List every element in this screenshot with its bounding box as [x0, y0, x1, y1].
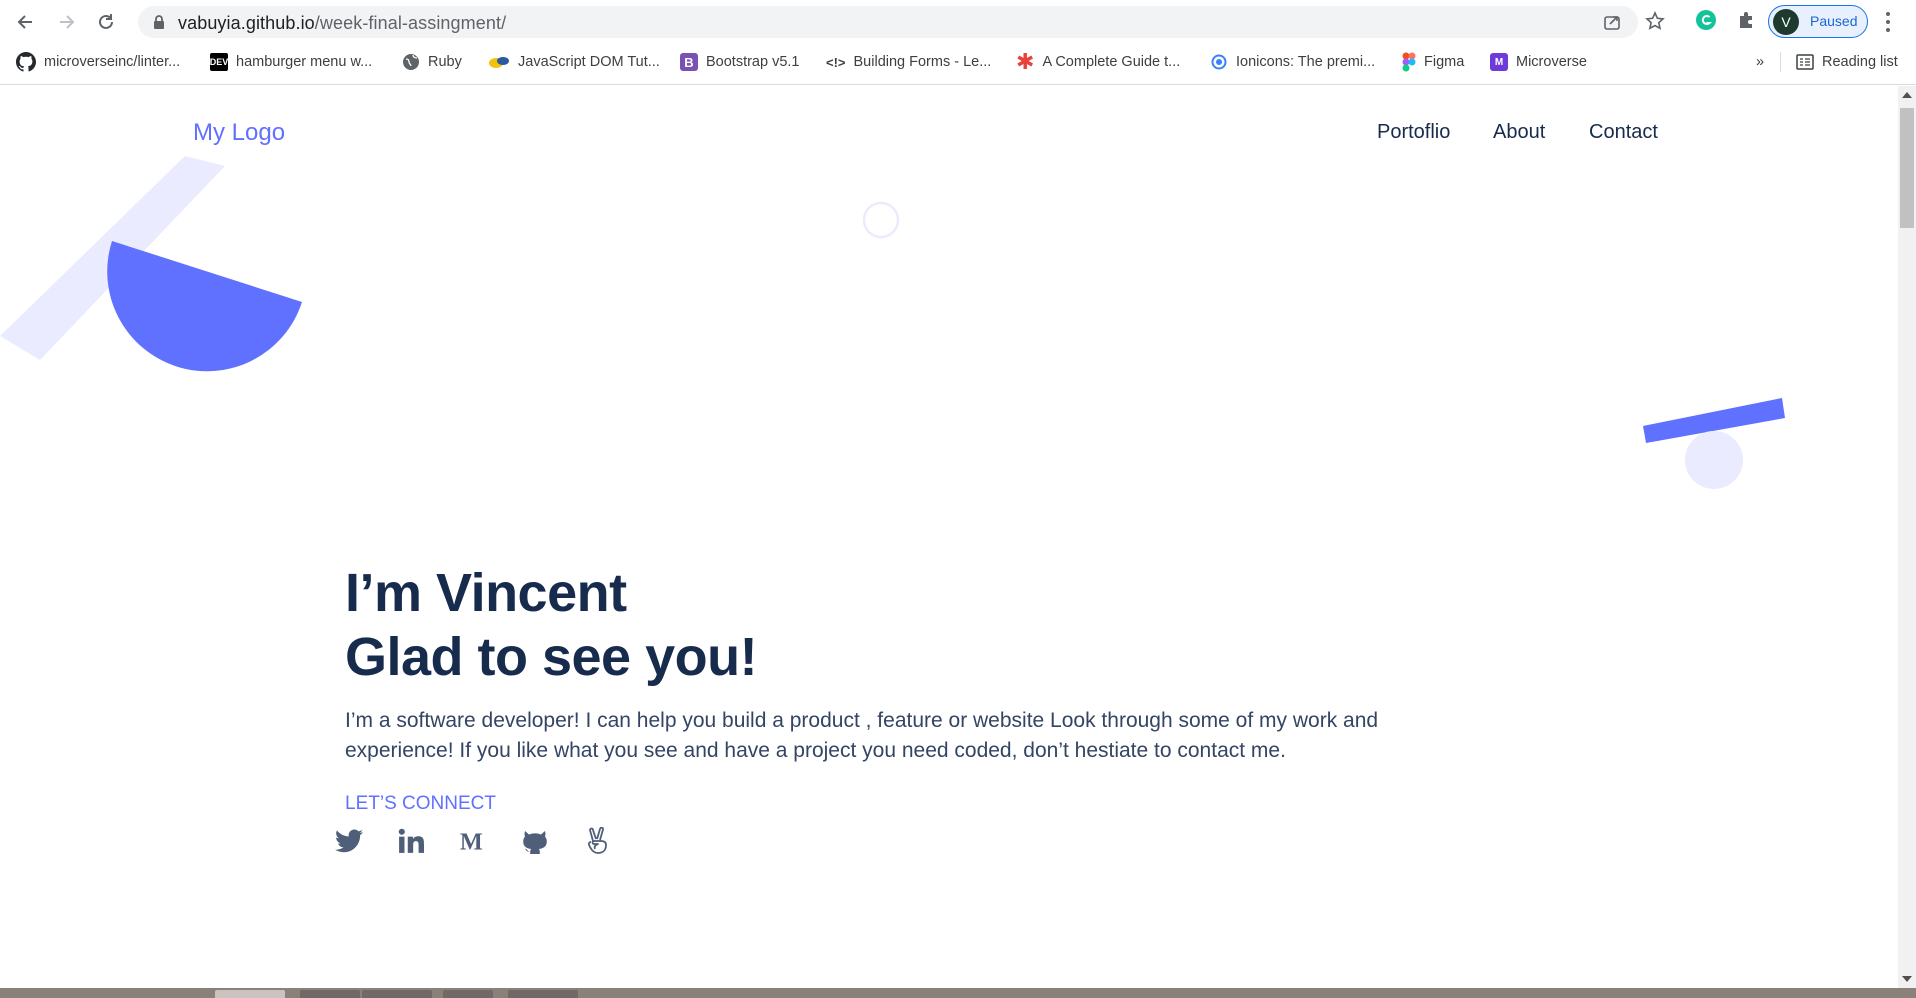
- url-host: vabuyia.github.io: [178, 13, 315, 33]
- bookmark-item[interactable]: <!> Building Forms - Le...: [826, 50, 991, 74]
- hero-title-line1: I’m Vincent: [345, 563, 627, 623]
- github-icon[interactable]: [521, 826, 549, 856]
- bookmark-label: Ionicons: The premi...: [1236, 54, 1376, 70]
- profile-button[interactable]: V Paused: [1768, 5, 1868, 38]
- taskbar-item[interactable]: [443, 990, 493, 998]
- arrow-left-icon: [17, 15, 32, 29]
- microverse-icon: M: [1490, 53, 1508, 71]
- bookmark-label: hamburger menu w...: [236, 54, 373, 70]
- bookmark-item[interactable]: B Bootstrap v5.1: [680, 50, 800, 74]
- arrow-right-icon: [60, 15, 75, 29]
- dev-icon: DEV: [210, 53, 228, 71]
- medium-icon[interactable]: M: [459, 826, 487, 856]
- taskbar-item[interactable]: [508, 990, 578, 998]
- grammarly-icon[interactable]: [1694, 8, 1718, 32]
- nav-link-contact[interactable]: Contact: [1589, 121, 1658, 144]
- decorative-shapes-right: [1643, 398, 1785, 489]
- more-menu-icon[interactable]: [1884, 10, 1892, 34]
- angellist-icon[interactable]: [583, 826, 611, 856]
- chevron-double-right-icon: »: [1756, 54, 1765, 70]
- forward-button[interactable]: [52, 8, 80, 36]
- code-icon: <!>: [826, 54, 846, 70]
- bootstrap-icon: B: [680, 53, 698, 71]
- page-content: My Logo Portoflio About Contact I’m Vinc…: [0, 86, 1898, 988]
- bookmark-item[interactable]: M Microverse: [1490, 50, 1587, 74]
- page-scrollbar[interactable]: [1898, 86, 1916, 988]
- bookmark-label: Microverse: [1516, 54, 1587, 70]
- taskbar-item[interactable]: [300, 990, 360, 998]
- connect-label: LET’S CONNECT: [345, 793, 496, 814]
- bookmark-label: Building Forms - Le...: [853, 54, 992, 70]
- bookmark-label: Figma: [1424, 54, 1465, 70]
- back-button[interactable]: [12, 8, 40, 36]
- bookmark-item[interactable]: ✱ A Complete Guide t...: [1016, 50, 1180, 74]
- share-icon[interactable]: [1603, 13, 1621, 31]
- nav-link-portfolio[interactable]: Portoflio: [1377, 121, 1450, 144]
- bookmark-item[interactable]: JavaScript DOM Tut...: [488, 50, 660, 74]
- figma-icon: [1402, 52, 1416, 72]
- scrollbar-thumb[interactable]: [1900, 108, 1914, 228]
- scroll-down-icon[interactable]: [1902, 976, 1912, 982]
- os-taskbar: [0, 988, 1916, 998]
- github-icon: [16, 52, 36, 72]
- reload-icon: [99, 14, 113, 29]
- hero-section: I’m Vincent Glad to see you! I’m a softw…: [345, 561, 1378, 762]
- bookmarks-overflow[interactable]: »: [1756, 50, 1764, 74]
- browser-chrome: vabuyia.github.io/week-final-assingment/…: [0, 0, 1916, 85]
- bookmark-label: A Complete Guide t...: [1042, 54, 1181, 70]
- bookmark-item[interactable]: Ruby: [402, 50, 462, 74]
- bookmark-item[interactable]: Ionicons: The premi...: [1210, 50, 1375, 74]
- url-path: /week-final-assingment/: [314, 13, 507, 33]
- bookmark-item[interactable]: DEV hamburger menu w...: [210, 50, 372, 74]
- extensions-icon[interactable]: [1734, 8, 1758, 32]
- reload-button[interactable]: [92, 8, 120, 36]
- asterisk-icon: ✱: [1016, 49, 1035, 74]
- nav-link-about[interactable]: About: [1493, 121, 1545, 144]
- reading-list-icon: [1796, 54, 1814, 70]
- twitter-icon[interactable]: [335, 826, 363, 856]
- lock-icon: [154, 15, 164, 29]
- bookmark-item[interactable]: microverseinc/linter...: [16, 50, 180, 74]
- decorative-shapes-left: [0, 156, 302, 372]
- decorative-circle-outline: [862, 201, 900, 239]
- bookmarks-bar: microverseinc/linter... DEV hamburger me…: [0, 46, 1916, 78]
- bookmark-label: Ruby: [428, 54, 462, 70]
- divider: [1780, 52, 1781, 72]
- bookmark-label: JavaScript DOM Tut...: [518, 54, 660, 70]
- taskbar-item[interactable]: [215, 990, 285, 998]
- avatar: V: [1773, 9, 1799, 35]
- linkedin-icon[interactable]: [397, 826, 425, 856]
- hero-title: I’m Vincent Glad to see you!: [345, 561, 758, 689]
- url-text: vabuyia.github.io/week-final-assingment/: [178, 13, 506, 34]
- ionicons-icon: [1211, 54, 1227, 70]
- bookmark-label: microverseinc/linter...: [44, 54, 181, 70]
- js-icon: [489, 57, 509, 68]
- hero-title-line2: Glad to see you!: [345, 627, 758, 687]
- svg-text:M: M: [460, 829, 483, 853]
- site-logo[interactable]: My Logo: [193, 119, 285, 147]
- reading-list-label: Reading list: [1822, 54, 1898, 70]
- reading-list-button[interactable]: Reading list: [1796, 50, 1898, 74]
- scroll-up-icon[interactable]: [1902, 92, 1912, 98]
- star-icon[interactable]: [1645, 11, 1665, 31]
- taskbar-item[interactable]: [362, 990, 432, 998]
- bookmark-item[interactable]: Figma: [1402, 50, 1464, 74]
- hero-description: I’m a software developer! I can help you…: [345, 709, 1379, 762]
- bookmark-label: Bootstrap v5.1: [706, 54, 800, 70]
- profile-status: Paused: [1810, 13, 1858, 29]
- globe-icon: [403, 54, 419, 70]
- address-bar[interactable]: vabuyia.github.io/week-final-assingment/: [138, 6, 1638, 38]
- social-links: M: [335, 826, 611, 856]
